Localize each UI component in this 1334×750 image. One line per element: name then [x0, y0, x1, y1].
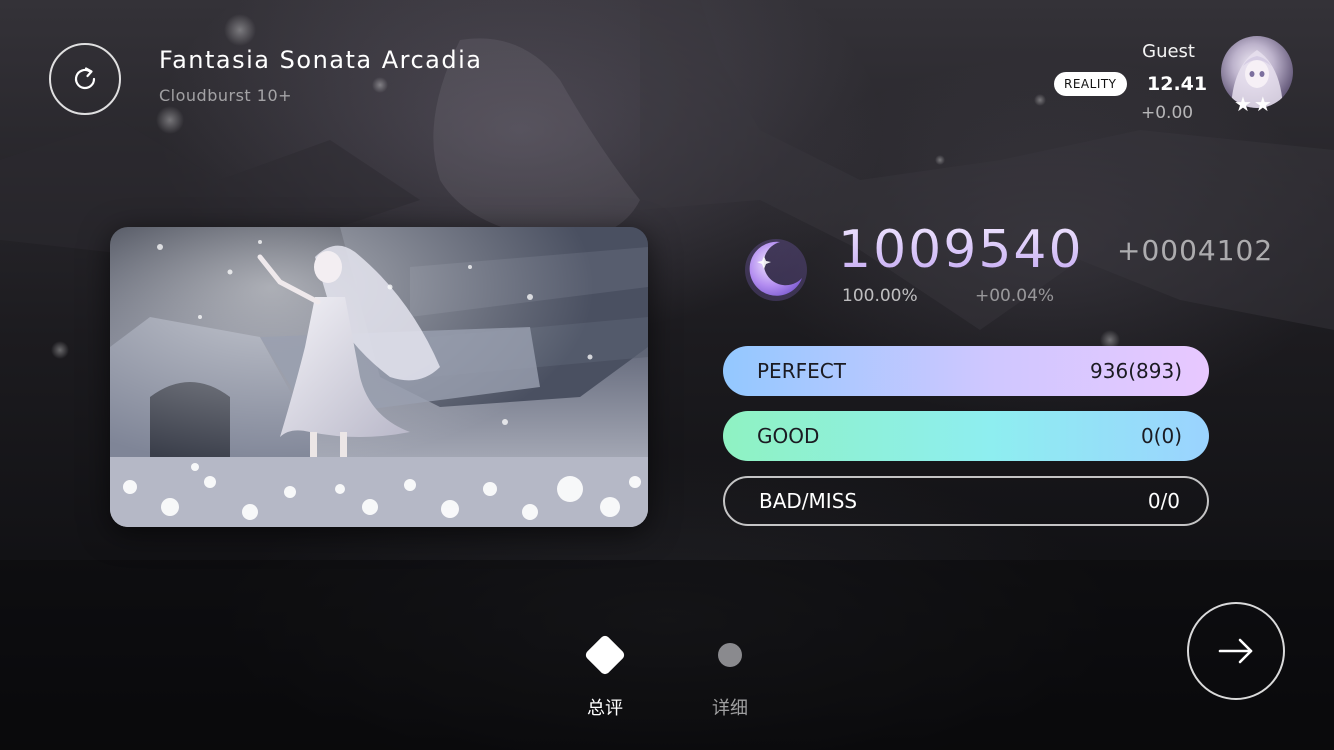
bad-miss-label: BAD/MISS: [759, 489, 858, 513]
score-value: 1009540: [838, 220, 1084, 280]
crescent-moon-icon: [745, 239, 807, 301]
score-delta: +0004102: [1117, 234, 1274, 267]
good-label: GOOD: [757, 424, 820, 448]
diamond-icon: [583, 633, 627, 677]
good-count: 0(0): [1140, 424, 1182, 448]
song-illustration: [110, 227, 648, 527]
reality-badge: REALITY: [1054, 72, 1127, 96]
accuracy-delta: +00.04%: [975, 286, 1055, 306]
bad-miss-count: 0/0: [1147, 489, 1180, 513]
tab-summary-label: 总评: [587, 698, 623, 719]
retry-icon: [74, 67, 96, 90]
song-title: Fantasia Sonata Arcadia: [159, 46, 483, 74]
next-button[interactable]: [1187, 602, 1285, 700]
player-name: Guest: [1142, 41, 1195, 62]
retry-button[interactable]: [49, 43, 121, 115]
perfect-count: 936(893): [1090, 359, 1182, 383]
accuracy-value: 100.00%: [842, 286, 918, 306]
dot-icon: [718, 643, 742, 667]
song-difficulty: Cloudburst 10+: [159, 86, 293, 105]
bad-miss-row: BAD/MISS 0/0: [723, 476, 1209, 526]
rks-value: 12.41: [1147, 73, 1208, 95]
arrow-right-icon: [1218, 638, 1253, 664]
perfect-label: PERFECT: [757, 359, 846, 383]
avatar-stars: ★★: [1234, 92, 1274, 116]
tab-detail[interactable]: 详细: [690, 630, 770, 720]
tab-summary[interactable]: 总评: [565, 630, 645, 720]
tab-detail-label: 详细: [712, 698, 748, 719]
rks-delta: +0.00: [1141, 103, 1194, 123]
perfect-row: PERFECT 936(893): [723, 346, 1209, 396]
good-row: GOOD 0(0): [723, 411, 1209, 461]
